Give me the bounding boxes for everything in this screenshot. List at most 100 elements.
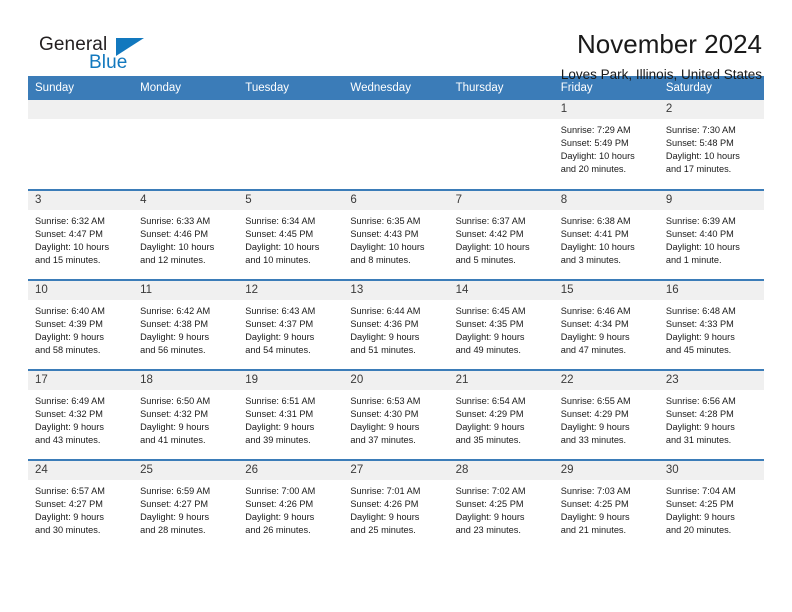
sunset-text: Sunset: 4:25 PM: [665, 499, 734, 510]
day-cell[interactable]: 27 Sunrise: 7:01 AM Sunset: 4:26 PM Dayligh…: [343, 460, 449, 550]
sunset-text: Sunset: 4:41 PM: [560, 229, 629, 240]
sunset-text: Sunset: 4:30 PM: [350, 409, 419, 420]
day-number: 2: [665, 103, 673, 115]
day-cell[interactable]: 16 Sunrise: 6:48 AM Sunset: 4:33 PM Dayligh…: [658, 280, 764, 370]
daylight-text-line2: and 58 minutes.: [35, 345, 101, 356]
day-details: Sunrise: 6:37 AM Sunset: 4:42 PM Daylight:…: [449, 210, 554, 267]
day-details: Sunrise: 6:32 AM Sunset: 4:47 PM Daylight:…: [28, 210, 133, 267]
day-cell[interactable]: 4 Sunrise: 6:33 AM Sunset: 4:46 PM Daylight…: [133, 190, 239, 280]
day-number: 16: [665, 284, 679, 296]
day-cell[interactable]: 11 Sunrise: 6:42 AM Sunset: 4:38 PM Dayligh…: [133, 280, 239, 370]
daylight-text-line2: and 3 minutes.: [560, 255, 621, 266]
sunrise-text: Sunrise: 6:46 AM: [560, 306, 631, 316]
sunset-text: Sunset: 4:31 PM: [245, 409, 314, 420]
day-details: Sunrise: 6:53 AM Sunset: 4:30 PM Daylight:…: [343, 390, 448, 447]
sunrise-text: Sunrise: 6:37 AM: [455, 216, 526, 226]
day-cell[interactable]: 20 Sunrise: 6:53 AM Sunset: 4:30 PM Dayligh…: [343, 370, 449, 460]
day-details: Sunrise: 7:30 AM Sunset: 5:48 PM Daylight:…: [659, 119, 764, 176]
sunset-text: Sunset: 4:42 PM: [455, 229, 524, 240]
sunset-text: Sunset: 4:47 PM: [35, 229, 103, 240]
sunrise-text: Sunrise: 6:59 AM: [140, 486, 211, 496]
daylight-text-line1: Daylight: 9 hours: [560, 422, 630, 433]
day-cell[interactable]: 3 Sunrise: 6:32 AM Sunset: 4:47 PM Daylight…: [28, 190, 134, 280]
page-header: General Blue November 2024 Loves Park, I…: [28, 0, 764, 82]
day-details: Sunrise: 6:56 AM Sunset: 4:28 PM Daylight:…: [659, 390, 764, 447]
sunrise-text: Sunrise: 6:33 AM: [140, 216, 211, 226]
daylight-text-line1: Daylight: 10 hours: [665, 151, 740, 162]
day-cell[interactable]: 21 Sunrise: 6:54 AM Sunset: 4:29 PM Dayligh…: [448, 370, 554, 460]
sunrise-text: Sunrise: 6:55 AM: [560, 396, 631, 406]
day-details: Sunrise: 6:51 AM Sunset: 4:31 PM Daylight:…: [238, 390, 343, 447]
day-cell[interactable]: 25 Sunrise: 6:59 AM Sunset: 4:27 PM Dayligh…: [133, 460, 239, 550]
day-number: 24: [35, 464, 48, 476]
daylight-text-line1: Daylight: 9 hours: [665, 332, 735, 343]
sunset-text: Sunset: 5:49 PM: [560, 138, 629, 149]
day-number: 11: [140, 284, 153, 296]
day-cell[interactable]: 15 Sunrise: 6:46 AM Sunset: 4:34 PM Dayligh…: [553, 280, 659, 370]
day-number: 29: [560, 464, 574, 476]
daylight-text-line1: Daylight: 10 hours: [140, 242, 215, 253]
sunrise-text: Sunrise: 7:03 AM: [560, 486, 631, 496]
day-details: Sunrise: 6:38 AM Sunset: 4:41 PM Daylight:…: [554, 210, 659, 267]
day-cell[interactable]: 8 Sunrise: 6:38 AM Sunset: 4:41 PM Daylight…: [553, 190, 659, 280]
day-details: Sunrise: 6:44 AM Sunset: 4:36 PM Daylight:…: [343, 300, 448, 357]
day-cell[interactable]: 1 Sunrise: 7:29 AM Sunset: 5:49 PM Daylight…: [553, 100, 659, 190]
sunset-text: Sunset: 4:28 PM: [665, 409, 734, 420]
day-cell[interactable]: 19 Sunrise: 6:51 AM Sunset: 4:31 PM Dayligh…: [238, 370, 344, 460]
day-cell[interactable]: 28 Sunrise: 7:02 AM Sunset: 4:25 PM Dayligh…: [448, 460, 554, 550]
day-number: 3: [35, 194, 42, 206]
day-details: Sunrise: 6:49 AM Sunset: 4:32 PM Daylight:…: [28, 390, 133, 447]
daylight-text-line2: and 45 minutes.: [665, 345, 732, 356]
daylight-text-line1: Daylight: 9 hours: [245, 332, 315, 343]
sunrise-text: Sunrise: 6:53 AM: [350, 396, 421, 406]
day-cell[interactable]: 10 Sunrise: 6:40 AM Sunset: 4:39 PM Dayligh…: [28, 280, 134, 370]
sunrise-text: Sunrise: 7:04 AM: [665, 486, 736, 496]
sunset-text: Sunset: 4:25 PM: [455, 499, 524, 510]
day-number: 21: [455, 374, 469, 386]
day-cell[interactable]: 23 Sunrise: 6:56 AM Sunset: 4:28 PM Dayligh…: [658, 370, 764, 460]
sunset-text: Sunset: 4:32 PM: [140, 409, 209, 420]
day-number: 23: [665, 374, 679, 386]
daylight-text-line1: Daylight: 9 hours: [350, 332, 420, 343]
day-cell[interactable]: 2 Sunrise: 7:30 AM Sunset: 5:48 PM Daylight…: [658, 100, 764, 190]
sunset-text: Sunset: 4:38 PM: [140, 319, 209, 330]
day-cell[interactable]: 22 Sunrise: 6:55 AM Sunset: 4:29 PM Dayligh…: [553, 370, 659, 460]
sunset-text: Sunset: 4:25 PM: [560, 499, 629, 510]
day-details: Sunrise: 6:48 AM Sunset: 4:33 PM Daylight:…: [659, 300, 764, 357]
sunrise-text: Sunrise: 6:35 AM: [350, 216, 421, 226]
sunrise-text: Sunrise: 6:42 AM: [140, 306, 211, 316]
daylight-text-line1: Daylight: 9 hours: [35, 332, 104, 343]
day-cell[interactable]: 5 Sunrise: 6:34 AM Sunset: 4:45 PM Daylight…: [238, 190, 344, 280]
daylight-text-line1: Daylight: 9 hours: [350, 422, 420, 433]
daylight-text-line1: Daylight: 9 hours: [140, 512, 210, 523]
day-cell[interactable]: 12 Sunrise: 6:43 AM Sunset: 4:37 PM Dayligh…: [238, 280, 344, 370]
day-cell[interactable]: 7 Sunrise: 6:37 AM Sunset: 4:42 PM Daylight…: [448, 190, 554, 280]
sunset-text: Sunset: 4:27 PM: [140, 499, 209, 510]
day-cell[interactable]: 29 Sunrise: 7:03 AM Sunset: 4:25 PM Dayligh…: [553, 460, 659, 550]
general-blue-logo[interactable]: General Blue: [28, 30, 148, 80]
daylight-text-line2: and 23 minutes.: [455, 525, 521, 536]
daylight-text-line1: Daylight: 10 hours: [455, 242, 530, 253]
day-details: Sunrise: 6:39 AM Sunset: 4:40 PM Daylight:…: [659, 210, 764, 267]
day-cell-empty: [28, 100, 134, 190]
sunset-text: Sunset: 4:27 PM: [35, 499, 103, 510]
day-cell[interactable]: 30 Sunrise: 7:04 AM Sunset: 4:25 PM Dayligh…: [658, 460, 764, 550]
daylight-text-line2: and 49 minutes.: [455, 345, 521, 356]
day-cell[interactable]: 24 Sunrise: 6:57 AM Sunset: 4:27 PM Dayligh…: [28, 460, 134, 550]
day-number: 22: [560, 374, 574, 386]
daylight-text-line2: and 47 minutes.: [560, 345, 627, 356]
day-cell[interactable]: 6 Sunrise: 6:35 AM Sunset: 4:43 PM Daylight…: [343, 190, 449, 280]
day-cell[interactable]: 14 Sunrise: 6:45 AM Sunset: 4:35 PM Dayligh…: [448, 280, 554, 370]
sunset-text: Sunset: 4:36 PM: [350, 319, 419, 330]
day-cell[interactable]: 13 Sunrise: 6:44 AM Sunset: 4:36 PM Dayligh…: [343, 280, 449, 370]
daylight-text-line1: Daylight: 10 hours: [560, 151, 635, 162]
sunset-text: Sunset: 4:39 PM: [35, 319, 103, 330]
sunset-text: Sunset: 4:26 PM: [350, 499, 419, 510]
weekday-header-thursday: Thursday: [448, 76, 554, 100]
day-details: Sunrise: 6:45 AM Sunset: 4:35 PM Daylight:…: [449, 300, 554, 357]
day-cell[interactable]: 17 Sunrise: 6:49 AM Sunset: 4:32 PM Dayligh…: [28, 370, 134, 460]
day-cell[interactable]: 18 Sunrise: 6:50 AM Sunset: 4:32 PM Dayligh…: [133, 370, 239, 460]
day-cell[interactable]: 26 Sunrise: 7:00 AM Sunset: 4:26 PM Dayligh…: [238, 460, 344, 550]
daylight-text-line2: and 33 minutes.: [560, 435, 627, 446]
day-cell[interactable]: 9 Sunrise: 6:39 AM Sunset: 4:40 PM Daylight…: [658, 190, 764, 280]
